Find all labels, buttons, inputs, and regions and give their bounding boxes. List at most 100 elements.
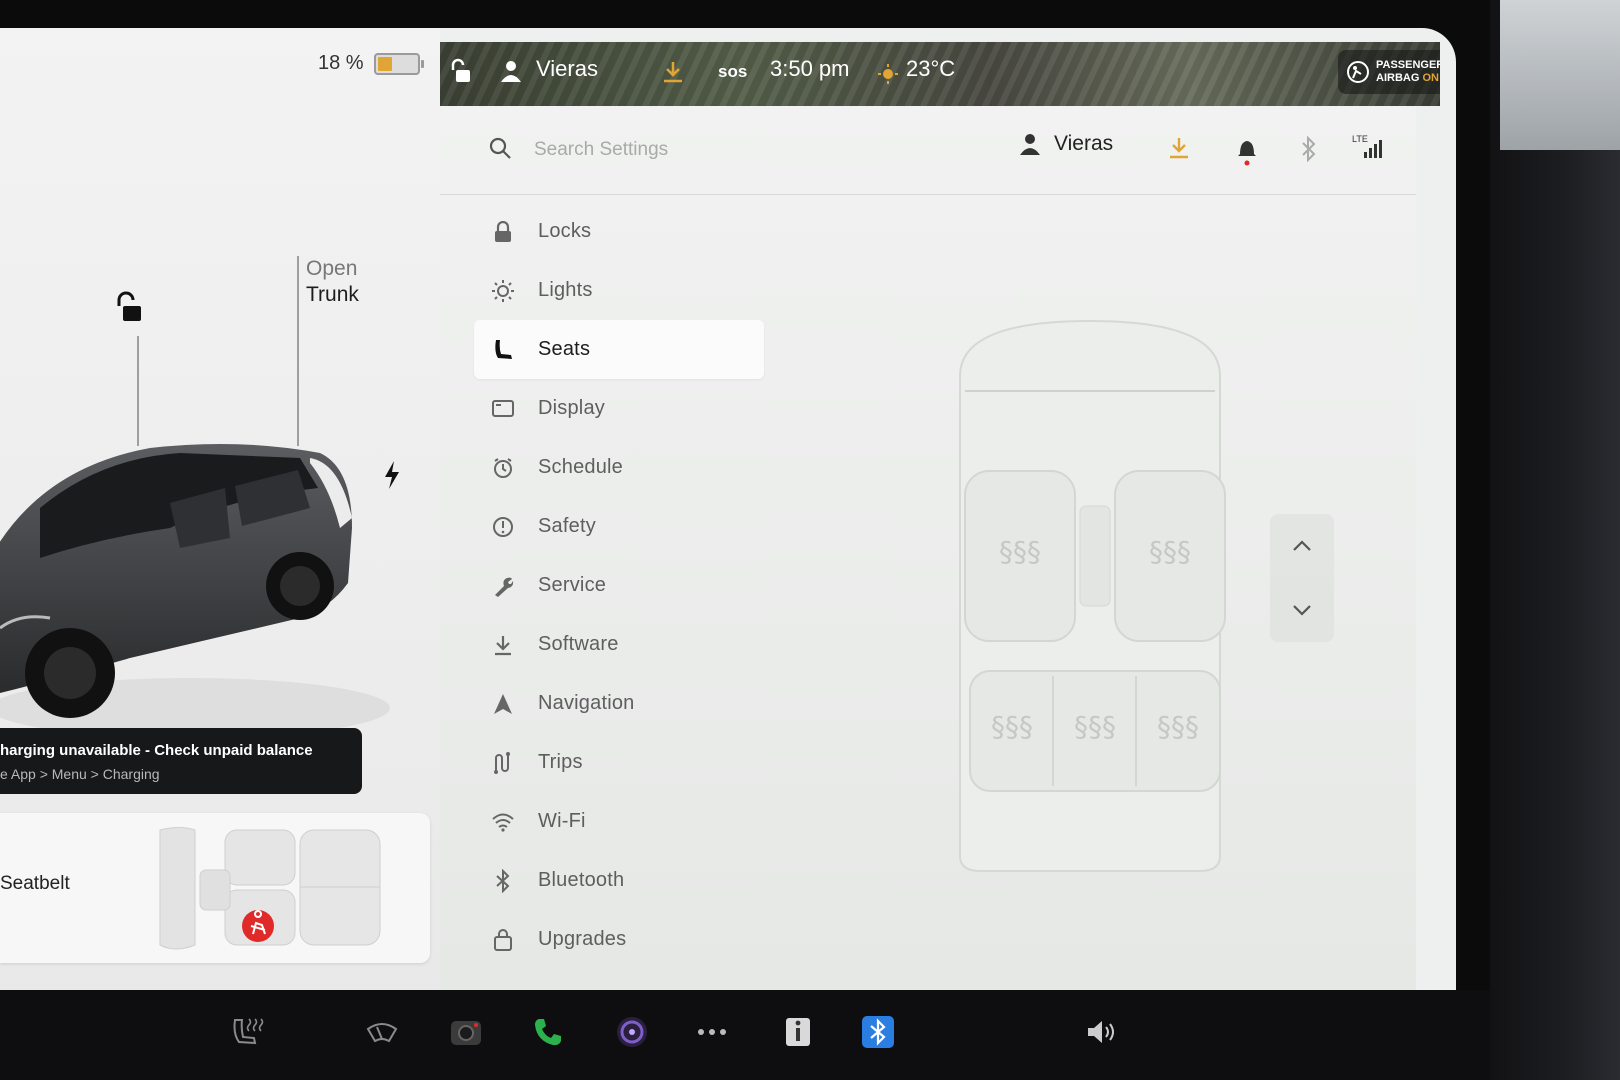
scroll-down-button[interactable] — [1270, 578, 1334, 642]
volume-icon — [1088, 1021, 1114, 1043]
unlock-status-icon[interactable] — [450, 58, 472, 84]
clock: 3:50 pm — [770, 56, 850, 81]
nav-label: Trips — [538, 751, 583, 773]
more-apps-button[interactable] — [690, 1010, 734, 1054]
nav-label: Navigation — [538, 692, 635, 714]
nav-label: Service — [538, 574, 607, 596]
display-icon — [490, 396, 516, 422]
wiper-button[interactable] — [360, 1010, 404, 1054]
nav-item-lights[interactable]: Lights — [474, 261, 764, 320]
airbag-label-2: AIRBAG — [1376, 72, 1420, 84]
svg-text:§§§: §§§ — [1157, 710, 1199, 743]
svg-text:§§§: §§§ — [1074, 710, 1116, 743]
scroll-buttons — [1270, 514, 1334, 642]
scroll-up-button[interactable] — [1270, 514, 1334, 578]
bluetooth-icon[interactable] — [1300, 136, 1318, 162]
nav-item-seats[interactable]: Seats — [474, 320, 764, 379]
outside-temperature: 23°C — [906, 56, 956, 81]
nav-label: Safety — [538, 515, 596, 537]
charging-alert-toast[interactable]: harging unavailable - Check unpaid balan… — [0, 728, 362, 794]
nav-item-locks[interactable]: Locks — [474, 202, 764, 261]
battery-percent: 18 % — [318, 52, 364, 74]
software-update-icon[interactable] — [662, 60, 684, 84]
nav-item-service[interactable]: Service — [474, 556, 764, 615]
unlock-icon[interactable] — [114, 290, 144, 324]
battery-icon — [373, 52, 424, 75]
nav-label: Display — [538, 397, 605, 419]
media-player-icon — [617, 1017, 647, 1047]
sun-icon — [878, 64, 898, 84]
nav-label: Upgrades — [538, 928, 627, 950]
camera-app-button[interactable] — [444, 1010, 488, 1054]
driver-profile-name[interactable]: Vieras — [536, 56, 598, 82]
nav-item-wifi[interactable]: Wi-Fi — [474, 792, 764, 851]
schedule-icon — [490, 455, 516, 481]
open-trunk-button[interactable]: Open Trunk — [306, 256, 359, 308]
seat-heater-button[interactable] — [226, 1010, 270, 1054]
software-update-icon[interactable] — [1168, 136, 1190, 160]
camera-icon — [451, 1021, 481, 1045]
bluetooth-app-button[interactable] — [856, 1010, 900, 1054]
more-icon — [698, 1029, 726, 1035]
bluetooth-icon — [490, 868, 516, 894]
open-trunk-label-bottom: Trunk — [306, 283, 359, 306]
profile-button[interactable]: Vieras — [1020, 132, 1113, 156]
sos-button[interactable]: sos — [718, 62, 747, 82]
heated-seat-rear[interactable]: §§§ §§§ §§§ — [969, 670, 1221, 792]
download-icon — [490, 632, 516, 658]
phone-icon — [535, 1019, 561, 1046]
svg-text:§§§: §§§ — [991, 710, 1033, 743]
wrench-icon — [490, 573, 516, 599]
nav-item-schedule[interactable]: Schedule — [474, 438, 764, 497]
bag-icon — [490, 927, 516, 953]
manual-app-button[interactable] — [776, 1010, 820, 1054]
phone-app-button[interactable] — [526, 1010, 570, 1054]
seatbelt-label: Seatbelt — [0, 873, 70, 894]
nav-label: Seats — [538, 338, 591, 360]
airbag-label: PASSENGER — [1376, 59, 1440, 71]
airbag-state: ON — [1422, 72, 1439, 84]
charging-alert-subtitle: e App > Menu > Charging — [0, 766, 160, 782]
svg-text:§§§: §§§ — [1149, 535, 1191, 568]
open-trunk-label-top: Open — [306, 257, 358, 280]
nav-item-display[interactable]: Display — [474, 379, 764, 438]
nav-item-navigation[interactable]: Navigation — [474, 674, 764, 733]
notification-bell-icon[interactable] — [1236, 136, 1258, 166]
wiper-icon — [366, 1023, 398, 1043]
safety-icon — [490, 514, 516, 540]
car-model-image — [0, 444, 390, 738]
trips-icon — [490, 750, 516, 776]
nav-label: Locks — [538, 220, 592, 242]
nav-item-upgrades[interactable]: Upgrades — [474, 910, 764, 969]
seat-heater-diagram: §§§ §§§ §§§ §§§ §§§ — [959, 319, 1226, 872]
lock-icon — [490, 219, 516, 245]
settings-nav: Locks Lights Seats Display Schedule Safe… — [474, 202, 764, 969]
nav-label: Lights — [538, 279, 593, 301]
nav-item-bluetooth[interactable]: Bluetooth — [474, 851, 764, 910]
settings-header: Vieras LTE — [440, 106, 1416, 195]
passenger-airbag-status: PASSENGER AIRBAG ON — [1338, 50, 1440, 94]
light-icon — [490, 278, 516, 304]
seatbelt-warning-icon — [242, 910, 274, 942]
seatbelt-status-card[interactable]: Seatbelt — [0, 813, 430, 963]
heated-seat-icon — [233, 1018, 264, 1045]
media-app-button[interactable] — [610, 1010, 654, 1054]
nav-item-safety[interactable]: Safety — [474, 497, 764, 556]
heated-seat-driver[interactable]: §§§ — [964, 470, 1076, 642]
settings-search-input[interactable] — [532, 130, 896, 170]
profile-name: Vieras — [1054, 132, 1114, 155]
profile-icon — [1020, 134, 1040, 155]
bottom-dock — [0, 990, 1490, 1080]
nav-label: Schedule — [538, 456, 623, 478]
navigation-icon — [490, 691, 516, 717]
nav-item-software[interactable]: Software — [474, 615, 764, 674]
info-manual-icon — [786, 1018, 810, 1046]
seat-occupancy-diagram — [159, 827, 381, 950]
nav-item-trips[interactable]: Trips — [474, 733, 764, 792]
battery-indicator: 18 % — [318, 52, 424, 75]
volume-button[interactable] — [1080, 1010, 1124, 1054]
charging-alert-title: harging unavailable - Check unpaid balan… — [0, 742, 313, 759]
dashboard-background — [1490, 0, 1620, 1080]
heated-seat-passenger[interactable]: §§§ — [1114, 470, 1226, 642]
touchscreen: 18 % Open Trunk harging unavailable - Ch… — [0, 28, 1456, 990]
